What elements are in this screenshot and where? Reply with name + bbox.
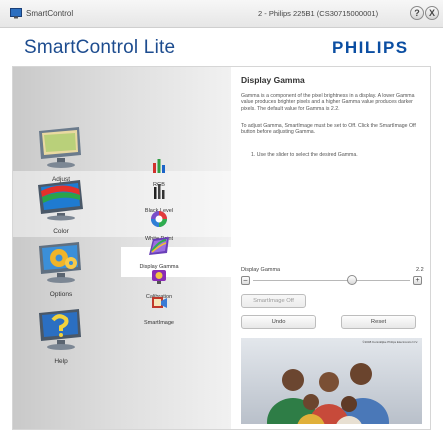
category-adjust[interactable]: Adjust xyxy=(31,125,91,183)
gamma-slider-thumb[interactable] xyxy=(346,275,357,285)
navigation-panel: Adjust Color Options Help Black Level Wh… xyxy=(13,67,231,429)
help-button[interactable]: ? xyxy=(410,6,424,20)
subitem-display-gamma[interactable]: Display Gamma xyxy=(129,235,189,270)
gamma-step-1: 1. Use the slider to select the desired … xyxy=(251,152,358,158)
category-help[interactable]: Help xyxy=(31,307,91,365)
subitem-label: SmartImage xyxy=(144,320,174,326)
help-question-icon xyxy=(39,309,81,350)
section-title: Display Gamma xyxy=(241,75,305,85)
category-label: Help xyxy=(54,358,68,365)
category-label: Color xyxy=(53,228,69,235)
smartimage-off-button[interactable]: SmartImage Off xyxy=(241,294,306,308)
family-photo-image xyxy=(241,338,422,424)
gamma-slider-track[interactable] xyxy=(253,280,410,281)
calibration-icon xyxy=(152,270,166,284)
gamma-instructions: To adjust Gamma, SmartImage must be set … xyxy=(241,123,416,136)
slider-decrease-button[interactable]: – xyxy=(241,276,250,285)
gamma-description: Gamma is a component of the pixel bright… xyxy=(241,93,415,112)
subitem-smartimage[interactable]: SmartImage xyxy=(129,293,189,326)
preview-caption: ©2008 Koninklijke Philips Electronics N.… xyxy=(362,340,418,344)
slider-increase-button[interactable]: + xyxy=(413,276,422,285)
white-point-icon xyxy=(151,211,167,227)
display-gamma-icon xyxy=(149,237,169,255)
smartimage-icon xyxy=(152,297,167,308)
reset-button[interactable]: Reset xyxy=(341,315,416,329)
slider-value: 2.2 xyxy=(416,267,424,273)
monitor-adjust-icon xyxy=(39,127,81,168)
app-name: SmartControl xyxy=(26,9,74,18)
brand-logo: PHILIPS xyxy=(332,38,409,57)
category-options[interactable]: Options xyxy=(31,240,91,298)
close-button[interactable]: X xyxy=(425,6,439,20)
options-gears-icon xyxy=(39,242,81,283)
title-bar: SmartControl 2 - Philips 225B1 (CS307150… xyxy=(0,0,443,28)
category-label: Options xyxy=(49,291,73,298)
app-title: SmartControl Lite xyxy=(24,37,176,58)
rgb-bars-icon xyxy=(153,159,165,173)
content-panel: Display Gamma Gamma is a component of th… xyxy=(231,67,430,429)
slider-label: Display Gamma xyxy=(241,267,281,273)
app-header: SmartControl Lite PHILIPS xyxy=(0,28,443,66)
undo-button[interactable]: Undo xyxy=(241,315,316,329)
window-title: 2 - Philips 225B1 (CS30715000001) xyxy=(258,9,379,18)
main-area: Adjust Color Options Help Black Level Wh… xyxy=(12,66,431,430)
preview-image: ©2008 Koninklijke Philips Electronics N.… xyxy=(241,338,422,424)
color-palette-icon xyxy=(38,180,83,221)
category-color[interactable]: Color xyxy=(31,177,91,235)
app-icon xyxy=(10,8,22,19)
black-level-icon xyxy=(154,184,165,199)
